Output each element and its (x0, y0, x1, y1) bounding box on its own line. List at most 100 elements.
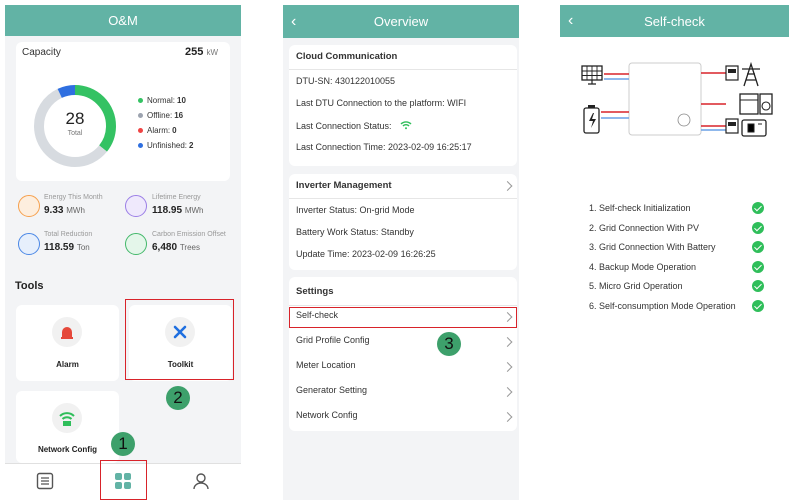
check-item-6: 6. Self-consumption Mode Operation (589, 301, 736, 311)
legend-offline: Offline: 16 (138, 111, 183, 120)
metric-value: 118.59 Ton (44, 242, 90, 253)
metric-value: 118.95 MWh (152, 205, 204, 216)
step-badge-1: 1 (111, 432, 135, 456)
overview-nav-icon[interactable] (36, 472, 54, 490)
wifi-icon (400, 121, 412, 130)
calendar-icon (18, 195, 40, 217)
alarm-icon (52, 317, 82, 347)
last-connection-status: Last Connection Status: (289, 120, 517, 131)
capacity-number: 255 (185, 46, 204, 58)
om-screen: O&M Capacity 255 kW 28 Total Normal: 10 O… (5, 5, 241, 500)
generator-icon (741, 119, 767, 137)
tree-icon (125, 233, 147, 255)
capacity-label: Capacity (22, 47, 61, 58)
check-passed-icon (752, 241, 764, 253)
settings-item-generator-setting[interactable]: Generator Setting (289, 385, 517, 399)
toolkit-highlight (125, 299, 234, 380)
network-config-icon (52, 403, 82, 433)
dtu-sn: DTU-SN: 430122010055 (296, 76, 396, 86)
legend-alarm: Alarm: 0 (138, 126, 177, 135)
capacity-unit: kW (206, 48, 218, 57)
metric-label: Energy This Month (44, 194, 103, 201)
last-connection-time: Last Connection Time: 2023-02-09 16:25:1… (296, 142, 472, 152)
check-passed-icon (752, 280, 764, 292)
settings-item-network-config[interactable]: Network Config (289, 410, 517, 424)
check-item-3: 3. Grid Connection With Battery (589, 242, 716, 252)
legend-normal: Normal: 10 (138, 96, 186, 105)
legend-dot (138, 143, 143, 148)
chevron-right-icon (502, 362, 513, 372)
legend-dot (138, 98, 143, 103)
self-check-highlight (289, 307, 517, 328)
chevron-right-icon (502, 337, 513, 347)
tools-title: Tools (15, 280, 44, 292)
chevron-right-icon (502, 412, 513, 422)
inverter-status: Inverter Status: On-grid Mode (296, 205, 415, 215)
settings-item-meter-location[interactable]: Meter Location (289, 360, 517, 374)
check-item-1: 1. Self-check Initialization (589, 203, 691, 213)
donut-total-label: Total (67, 130, 83, 137)
network-config-tool[interactable]: Network Config (16, 391, 119, 463)
step-badge-2: 2 (166, 386, 190, 410)
network-config-tool-label: Network Config (37, 445, 98, 454)
check-passed-icon (752, 300, 764, 312)
legend-dot (138, 128, 143, 133)
step-badge-3: 3 (437, 332, 461, 356)
settings-card: Settings Self-check Grid Profile Config … (289, 277, 517, 431)
donut-total: 28 (65, 109, 85, 128)
back-icon[interactable]: ‹ (568, 5, 573, 37)
inverter-management-card: Inverter Management Inverter Status: On-… (289, 174, 517, 270)
divider (289, 305, 517, 306)
divider (289, 198, 517, 199)
solar-panel-icon (581, 65, 603, 85)
inverter-icon (628, 62, 702, 136)
battery-work-status: Battery Work Status: Standby (296, 227, 414, 237)
alarm-icon-svg (61, 327, 73, 339)
check-item-4: 4. Backup Mode Operation (589, 262, 697, 272)
chevron-right-icon (502, 181, 513, 191)
capacity-card: Capacity 255 kW 28 Total Normal: 10 Offli… (16, 42, 230, 181)
om-title: O&M (108, 13, 138, 28)
check-item-2: 2. Grid Connection With PV (589, 223, 700, 233)
profile-nav-icon[interactable] (192, 472, 210, 490)
donut-center: 28 Total (30, 109, 120, 137)
overview-screen: ‹ Overview Cloud Communication DTU-SN: 4… (283, 5, 519, 500)
alarm-tool[interactable]: Alarm (16, 305, 119, 381)
overview-title: Overview (373, 14, 429, 29)
overview-header: ‹ Overview (283, 5, 519, 38)
apps-nav-highlight (100, 460, 147, 500)
alarm-tool-label: Alarm (56, 360, 79, 369)
network-config-icon-svg (59, 412, 75, 426)
metric-label: Lifetime Energy (152, 194, 201, 201)
settings-title: Settings (296, 286, 334, 297)
last-dtu-connection: Last DTU Connection to the platform: WIF… (296, 98, 467, 108)
metric-label: Carbon Emission Offset (152, 231, 226, 238)
inverter-title[interactable]: Inverter Management (289, 180, 517, 192)
metric-value: 9.33 MWh (44, 205, 85, 216)
cloud-communication-card: Cloud Communication DTU-SN: 430122010055… (289, 45, 517, 166)
self-check-header: ‹ Self-check (560, 5, 789, 37)
settings-item-grid-profile-config[interactable]: Grid Profile Config (289, 335, 517, 349)
chevron-right-icon (502, 387, 513, 397)
check-passed-icon (752, 202, 764, 214)
update-time: Update Time: 2023-02-09 16:26:25 (296, 249, 436, 259)
legend-unfinished: Unfinished: 2 (138, 141, 193, 150)
legend-dot (138, 113, 143, 118)
om-header: O&M (5, 5, 241, 36)
meter-icon (725, 65, 739, 134)
check-item-5: 5. Micro Grid Operation (589, 281, 683, 291)
check-passed-icon (752, 261, 764, 273)
cloud-title: Cloud Communication (296, 51, 398, 62)
reduction-icon (18, 233, 40, 255)
check-passed-icon (752, 222, 764, 234)
appliance-icon (739, 93, 773, 115)
self-check-screen: ‹ Self-check 1. Self-check Initializatio… (560, 5, 789, 500)
capacity-value: 255 kW (185, 46, 218, 58)
self-check-title: Self-check (644, 13, 705, 29)
back-icon[interactable]: ‹ (291, 5, 296, 38)
grid-tower-icon (742, 61, 760, 87)
divider (289, 69, 517, 70)
all-energy-icon (125, 195, 147, 217)
metric-value: 6,480 Trees (152, 242, 200, 253)
battery-icon (583, 105, 600, 134)
